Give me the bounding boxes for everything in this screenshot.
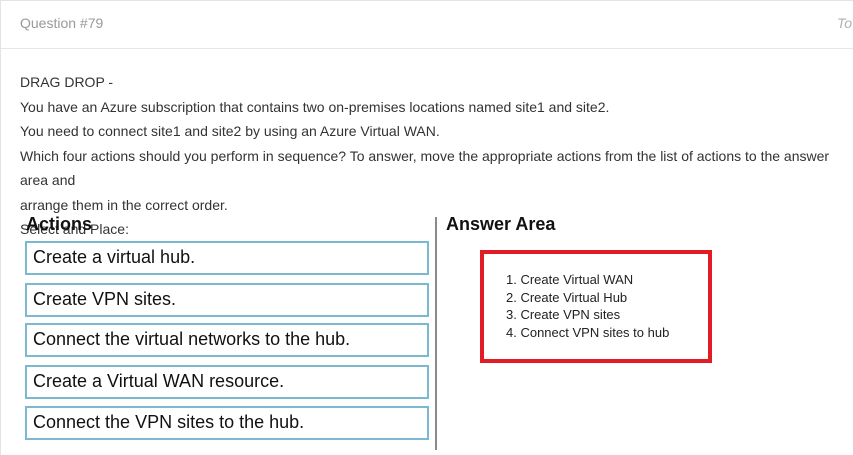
actions-title: Actions: [26, 214, 93, 234]
answer-item: 2. Create Virtual Hub: [506, 289, 628, 305]
answer-item: 3. Create VPN sites: [506, 307, 621, 322]
action-item-create-vpn-sites[interactable]: Create VPN sites.: [25, 283, 429, 317]
answer-list: 1. Create Virtual WAN 2. Create Virtual …: [506, 271, 669, 341]
action-item-create-virtual-wan[interactable]: Create a Virtual WAN resource.: [25, 365, 429, 399]
question-type-label: DRAG DROP -: [20, 74, 114, 90]
question-header: Question #79 To: [1, 1, 853, 49]
action-item-connect-vnets-to-hub[interactable]: Connect the virtual networks to the hub.: [25, 323, 429, 357]
question-card: Question #79 To DRAG DROP - You have an …: [0, 0, 853, 455]
answer-item: 4. Connect VPN sites to hub: [506, 324, 670, 340]
question-line: You have an Azure subscription that cont…: [20, 98, 610, 115]
question-line: Which four actions should you perform in…: [20, 147, 830, 189]
answer-area-box[interactable]: 1. Create Virtual WAN 2. Create Virtual …: [480, 250, 712, 363]
answer-area-title: Answer Area: [446, 214, 556, 234]
action-item-connect-vpn-sites-to-hub[interactable]: Connect the VPN sites to the hub.: [25, 406, 429, 440]
question-body: DRAG DROP - You have an Azure subscripti…: [20, 70, 850, 242]
action-item-create-virtual-hub[interactable]: Create a virtual hub.: [25, 241, 429, 275]
question-number: Question #79: [20, 15, 104, 31]
question-line: arrange them in the correct order.: [20, 196, 228, 213]
question-line: You need to connect site1 and site2 by u…: [20, 123, 440, 139]
column-divider: [435, 217, 437, 450]
answer-item: 1. Create Virtual WAN: [506, 272, 634, 287]
header-right-text: To: [836, 15, 852, 31]
